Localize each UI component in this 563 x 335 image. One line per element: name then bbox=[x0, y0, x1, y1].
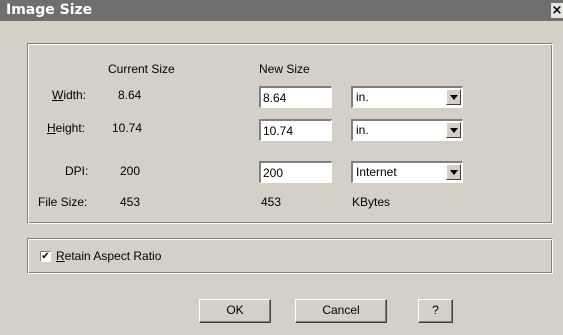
dpi-current: 200 bbox=[120, 164, 141, 178]
height-unit-value: in. bbox=[356, 123, 369, 137]
width-current: 8.64 bbox=[118, 88, 142, 102]
chevron-down-icon[interactable] bbox=[446, 122, 461, 138]
help-button[interactable]: ? bbox=[418, 299, 453, 323]
file-size-label: File Size: bbox=[38, 195, 88, 209]
width-input[interactable] bbox=[259, 86, 332, 108]
retain-aspect-label[interactable]: Retain Aspect Ratio bbox=[56, 249, 161, 263]
height-current: 10.74 bbox=[112, 121, 143, 135]
height-label: Height: bbox=[47, 121, 86, 135]
dpi-preset-value: Internet bbox=[356, 165, 397, 179]
title-bar: Image Size × bbox=[0, 0, 563, 21]
dpi-preset-select[interactable]: Internet bbox=[351, 161, 463, 183]
height-unit-select[interactable]: in. bbox=[351, 119, 463, 141]
ok-button[interactable]: OK bbox=[199, 299, 271, 323]
window-title: Image Size bbox=[6, 2, 93, 18]
dpi-input[interactable] bbox=[259, 161, 332, 183]
file-size-current: 453 bbox=[120, 195, 141, 209]
dpi-label: DPI: bbox=[65, 164, 89, 178]
width-unit-value: in. bbox=[356, 90, 369, 104]
height-input[interactable] bbox=[259, 119, 332, 141]
close-button[interactable]: × bbox=[551, 3, 563, 18]
width-unit-select[interactable]: in. bbox=[351, 86, 463, 108]
file-size-new: 453 bbox=[261, 195, 282, 209]
chevron-down-icon[interactable] bbox=[446, 89, 461, 105]
current-size-header: Current Size bbox=[108, 62, 175, 76]
retain-aspect-checkbox[interactable]: ✔ bbox=[40, 251, 51, 262]
chevron-down-icon[interactable] bbox=[446, 164, 461, 180]
new-size-header: New Size bbox=[259, 62, 310, 76]
file-size-unit: KBytes bbox=[352, 195, 391, 209]
cancel-button[interactable]: Cancel bbox=[295, 299, 387, 323]
width-label: Width: bbox=[52, 88, 87, 102]
